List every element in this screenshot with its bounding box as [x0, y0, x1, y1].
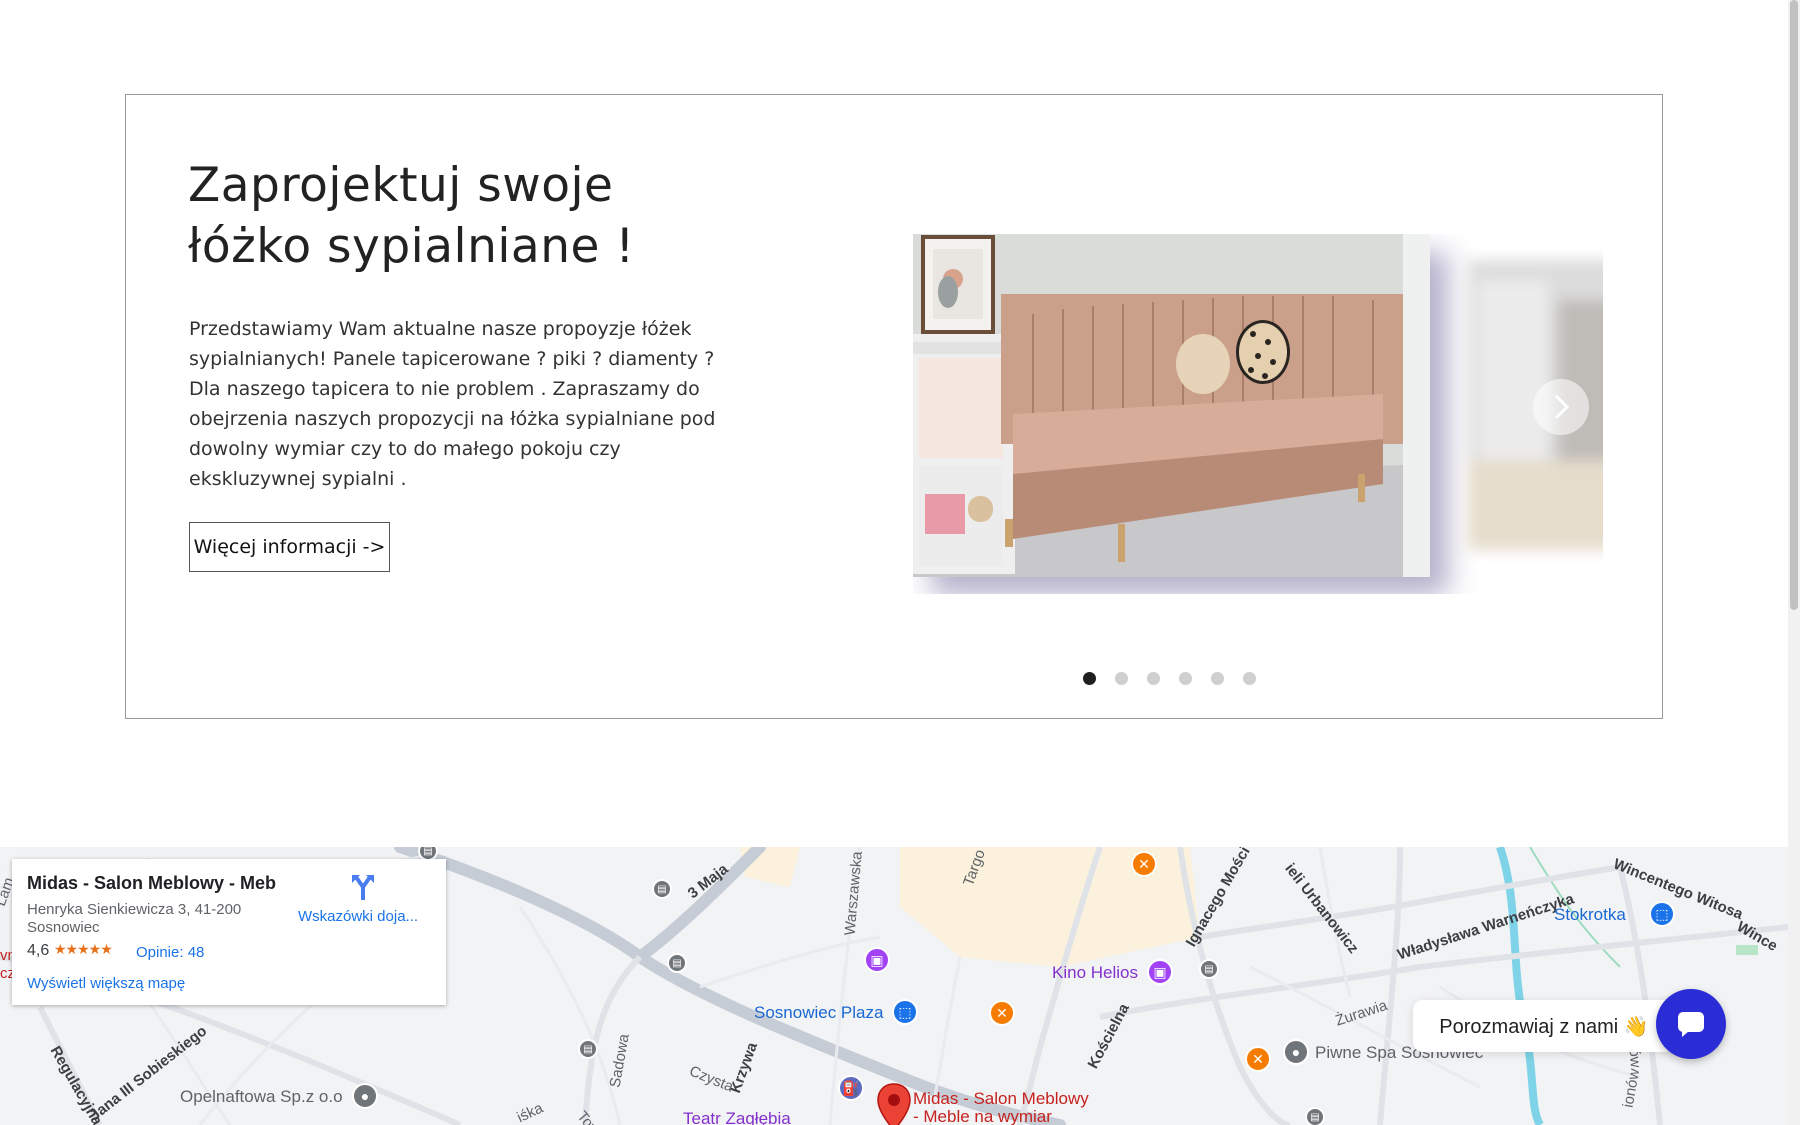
chat-icon [1678, 1012, 1704, 1037]
cinema-icon[interactable]: ▣ [864, 947, 890, 973]
image-carousel [913, 234, 1603, 594]
poi-label[interactable]: Midas - Salon Meblowy [913, 1089, 1089, 1109]
bus-stop-icon[interactable]: ▤ [578, 1039, 598, 1059]
restaurant-icon[interactable]: ✕ [1245, 1046, 1271, 1072]
chat-open-button[interactable] [1656, 989, 1726, 1059]
place-icon[interactable]: ● [352, 1083, 378, 1109]
carousel-slide-active[interactable] [913, 234, 1430, 577]
place-icon[interactable]: ● [1283, 1039, 1309, 1065]
directions-icon[interactable] [348, 873, 378, 903]
bus-stop-icon[interactable]: ▤ [1199, 959, 1219, 979]
restaurant-icon[interactable]: ✕ [1131, 851, 1157, 877]
daybed-photo [913, 234, 1430, 577]
promo-description: Przedstawiamy Wam aktualne nasze propoyz… [189, 318, 716, 490]
carousel-dot-6[interactable] [1243, 672, 1256, 685]
cinema-icon[interactable]: ▣ [1147, 959, 1173, 985]
place-rating: 4,6 [27, 942, 50, 959]
carousel-dot-1[interactable] [1083, 672, 1096, 685]
reviews-link[interactable]: Opinie: 48 [136, 944, 204, 961]
carousel-dot-2[interactable] [1115, 672, 1128, 685]
page-scrollbar[interactable] [1788, 0, 1800, 1125]
shopping-bag-icon[interactable]: ⬚ [892, 999, 918, 1025]
poi-label[interactable]: Opelnaftowa Sp.z o.o [180, 1087, 343, 1107]
carousel-dot-4[interactable] [1179, 672, 1192, 685]
shopping-cart-icon[interactable]: ⬚ [1649, 901, 1675, 927]
bus-stop-icon[interactable]: ▤ [667, 953, 687, 973]
restaurant-icon[interactable]: ✕ [989, 1000, 1015, 1026]
carousel-next-button[interactable] [1533, 379, 1589, 435]
bus-stop-icon[interactable]: ▤ [652, 879, 672, 899]
carousel-pagination [1083, 672, 1256, 685]
bus-stop-icon[interactable]: ▤ [1305, 1107, 1325, 1125]
map-place-card: Midas - Salon Meblowy - Mebl... Henryka … [12, 859, 446, 1005]
chevron-right-icon [1554, 394, 1570, 420]
poi-label[interactable]: - Meble na wymiar [913, 1107, 1052, 1125]
place-name: Midas - Salon Meblowy - Mebl... [27, 873, 277, 893]
chat-greeting-bubble[interactable]: Porozmawiaj z nami 👋 [1413, 1000, 1675, 1052]
promo-title: Zaprojektuj swoje łóżko sypialniane ! [188, 155, 748, 277]
poi-label[interactable]: Sosnowiec Plaza [754, 1003, 883, 1023]
poi-label[interactable]: Teatr Zagłębia [683, 1109, 791, 1125]
location-pin-icon[interactable] [877, 1083, 911, 1125]
place-address-line2: Sosnowiec [27, 919, 100, 936]
more-info-button[interactable]: Więcej informacji -> [189, 522, 390, 572]
carousel-dot-3[interactable] [1147, 672, 1160, 685]
promo-title-line2: łóżko sypialniane ! [188, 219, 635, 274]
poi-label[interactable]: Kino Helios [1052, 963, 1138, 983]
view-larger-map-link[interactable]: Wyświetl większą mapę [27, 975, 185, 992]
carousel-dot-5[interactable] [1211, 672, 1224, 685]
promo-title-line1: Zaprojektuj swoje [188, 158, 614, 213]
poi-label[interactable]: Stokrotka [1554, 905, 1626, 925]
fuel-icon[interactable]: ⛽ [838, 1075, 864, 1101]
place-address-line1: Henryka Sienkiewicza 3, 41-200 [27, 901, 242, 918]
rating-stars-icon: ★★★★★ [54, 941, 113, 957]
place-address: Henryka Sienkiewicza 3, 41-200 Sosnowiec [27, 901, 257, 937]
directions-link[interactable]: Wskazówki doja... [298, 908, 428, 925]
scrollbar-thumb[interactable] [1790, 0, 1798, 610]
